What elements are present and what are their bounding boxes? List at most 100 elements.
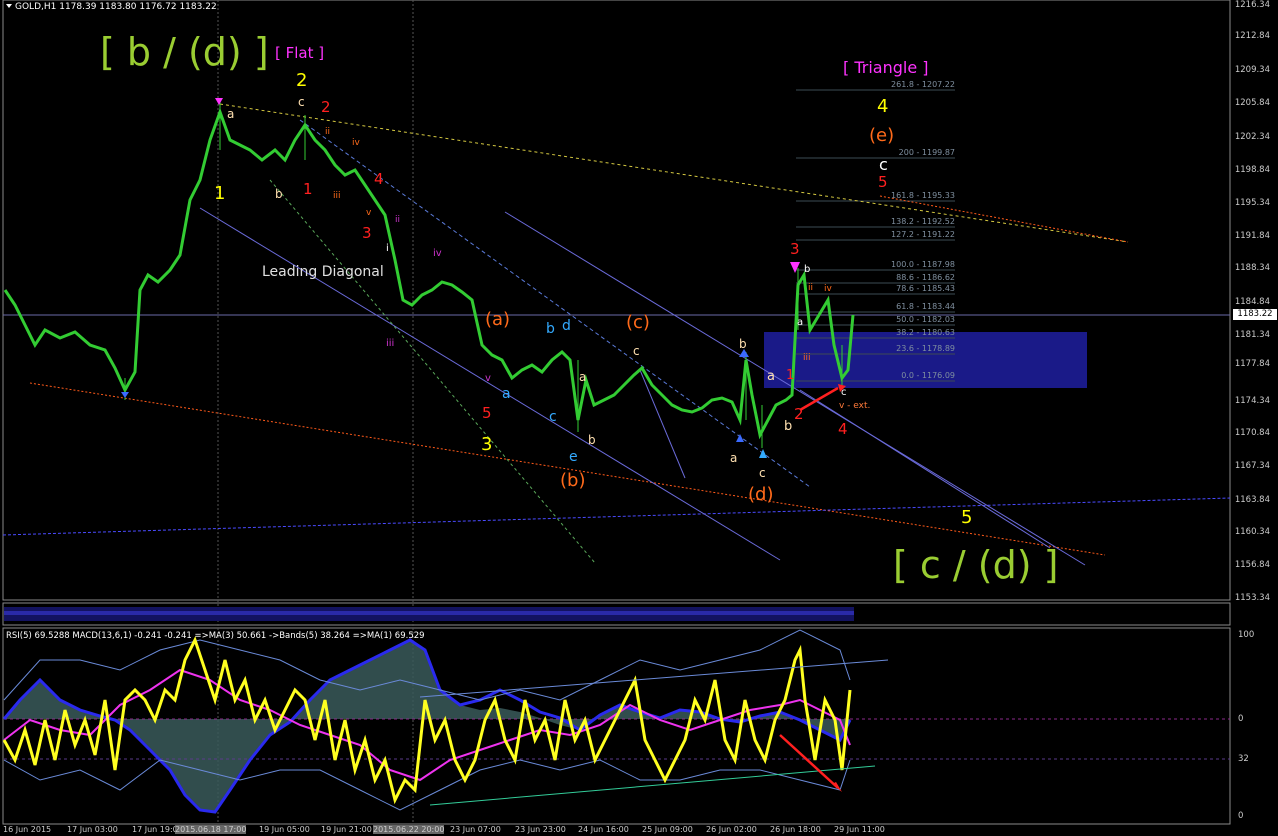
time-tick-label: 16 Jun 2015 [3, 825, 52, 834]
fib-level-label: 88.6 - 1186.62 [896, 273, 955, 282]
time-tick-label: 26 Jun 18:00 [770, 825, 821, 834]
rsi-divergence-arrow [779, 734, 839, 789]
wave-count-label: 3 [481, 434, 493, 455]
channel-lower [199, 207, 781, 561]
wave-count-label: v [485, 373, 491, 384]
fib-level-label: 38.2 - 1180.63 [896, 328, 955, 337]
price-tick-label: 1212.84 [1234, 31, 1270, 41]
fib-level-label: 61.8 - 1183.44 [896, 302, 955, 311]
wave-count-label: c [879, 155, 888, 174]
time-tick-label: 17 Jun 03:00 [67, 825, 118, 834]
wave-count-label: 4 [374, 170, 384, 188]
mini-indicator-band [4, 611, 854, 615]
wave-count-label: 2 [794, 405, 804, 423]
wave-count-label: a [579, 370, 587, 384]
label-v-ext: v - ext. [839, 401, 871, 411]
time-tick-label: 29 Jun 11:00 [834, 825, 885, 834]
label-b-d: [ b / (d) ] [100, 30, 269, 74]
ind-scale-0-bottom: 0 [1238, 811, 1244, 821]
wave-count-label: iii [803, 353, 811, 363]
main-panel-border [2, 0, 1231, 601]
rsi-trend-upper [419, 659, 889, 698]
bands-lower [3, 759, 851, 811]
wave-count-label: v [366, 208, 372, 218]
price-tick-label: 1170.84 [1234, 428, 1270, 438]
time-tick-label: 24 Jun 16:00 [578, 825, 629, 834]
label-leading-diagonal: Leading Diagonal [262, 264, 384, 280]
wave-count-label: d [562, 318, 571, 334]
label-flat: [ Flat ] [275, 44, 325, 62]
fib-level-label: 261.8 - 1207.22 [891, 80, 955, 89]
ind-scale-32: 32 [1238, 754, 1249, 764]
price-tick-label: 1202.34 [1234, 132, 1270, 142]
wave-count-label: ii [395, 215, 401, 225]
wave-count-label: iv [433, 248, 442, 259]
wave-count-label: iii [386, 338, 395, 349]
price-series [3, 107, 855, 440]
wave-count-label: 1 [214, 183, 226, 204]
time-tick-label: 2015.06.18 17:00 [175, 825, 247, 834]
wave-count-label: i [386, 243, 389, 254]
wave-count-label: iv [352, 138, 360, 148]
wave-count-label: ii [325, 127, 331, 137]
wave-count-label: 5 [878, 173, 888, 191]
fib-level-label: 23.6 - 1178.89 [896, 344, 955, 353]
wave-count-label: 2 [321, 98, 331, 116]
chart-canvas[interactable] [0, 0, 1278, 836]
wave-count-label: b [804, 264, 811, 275]
rsi-trend-lower [429, 765, 876, 806]
fib-level-label: 100.0 - 1187.98 [891, 260, 955, 269]
price-tick-label: 1153.34 [1234, 593, 1270, 603]
fib-level-label: 161.8 - 1195.33 [891, 191, 955, 200]
time-tick-label: 19 Jun 21:00 [321, 825, 372, 834]
price-tick-label: 1195.34 [1234, 198, 1270, 208]
fib-level-label: 138.2 - 1192.52 [891, 217, 955, 226]
wave-count-label: a [227, 107, 235, 121]
price-tick-label: 1163.84 [1234, 495, 1270, 505]
wave-count-label: 1 [303, 180, 313, 198]
time-tick-label: 25 Jun 09:00 [642, 825, 693, 834]
wave-count-label: 5 [482, 404, 492, 422]
wave-count-label: (a) [485, 309, 511, 330]
price-tick-label: 1156.84 [1234, 560, 1270, 570]
label-triangle: [ Triangle ] [843, 58, 929, 77]
short-channel [639, 369, 686, 479]
wave-count-label: iii [333, 191, 341, 201]
price-tick-label: 1167.34 [1234, 461, 1270, 471]
wave-count-label: b [546, 321, 555, 337]
time-tick-label: 2015.06.22 20:00 [373, 825, 445, 834]
wave-count-label: a [502, 386, 511, 402]
price-tick-label: 1160.34 [1234, 527, 1270, 537]
price-tick-label: 1209.34 [1234, 65, 1270, 75]
wave-count-label: c [633, 344, 640, 358]
time-tick-label: 23 Jun 07:00 [450, 825, 501, 834]
wave-count-label: e [569, 449, 578, 465]
fib-level-label: 127.2 - 1191.22 [891, 230, 955, 239]
wave-count-label: c [549, 409, 557, 425]
dropdown-arrow-icon[interactable] [6, 4, 12, 8]
long-blue-line [2, 497, 1231, 536]
wave-count-label: iv [824, 284, 832, 294]
indicator-title: RSI(5) 69.5288 MACD(13,6,1) -0.241 -0.24… [6, 631, 425, 641]
wave-count-label: 2 [296, 70, 308, 91]
symbol-header[interactable]: GOLD,H1 1178.39 1183.80 1176.72 1183.22 [6, 2, 217, 12]
wave-count-label: 3 [790, 240, 800, 258]
ind-scale-100: 100 [1238, 630, 1255, 640]
wave-count-label: b [588, 433, 596, 447]
fib-level-label: 200 - 1199.87 [898, 148, 955, 157]
symbol-header-text: GOLD,H1 1178.39 1183.80 1176.72 1183.22 [15, 2, 217, 12]
wave-count-label: 5 [961, 507, 973, 528]
wave-count-label: 3 [362, 224, 372, 242]
wave-count-label: a [797, 317, 804, 328]
wave-count-label: 4 [877, 96, 889, 117]
wave-count-label: (e) [869, 125, 895, 146]
price-tick-label: 1184.84 [1234, 297, 1270, 307]
price-tick-label: 1188.34 [1234, 263, 1270, 273]
price-tick-label: 1177.84 [1234, 359, 1270, 369]
price-tick-label: 1174.34 [1234, 396, 1270, 406]
time-tick-label: 19 Jun 05:00 [259, 825, 310, 834]
price-tick-label: 1191.84 [1234, 231, 1270, 241]
wave-count-label: b [739, 337, 747, 351]
wave-count-label: c [298, 95, 305, 109]
wave-count-label: (b) [560, 470, 586, 491]
